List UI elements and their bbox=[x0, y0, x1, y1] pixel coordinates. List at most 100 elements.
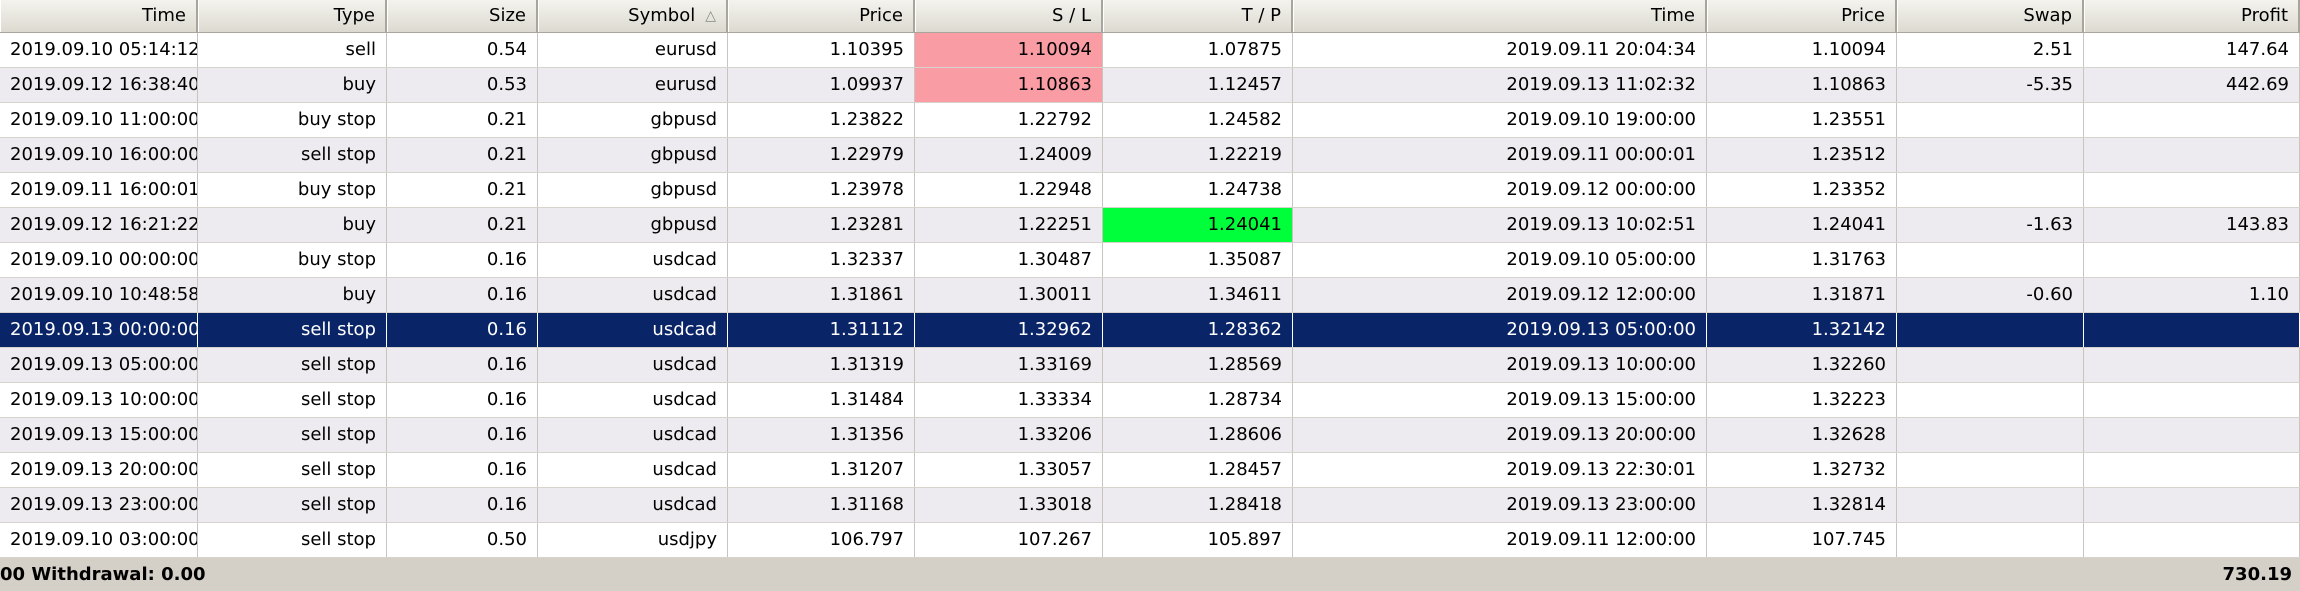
col-header-close-time[interactable]: Time bbox=[1293, 0, 1707, 32]
cell-open-time: 2019.09.10 03:00:00 bbox=[0, 523, 198, 557]
table-row[interactable]: 2019.09.13 15:00:00 sell stop 0.16 usdcad 1.… bbox=[0, 418, 2300, 453]
cell-size: 0.50 bbox=[387, 523, 538, 557]
cell-symbol: usdcad bbox=[538, 418, 728, 452]
cell-profit bbox=[2084, 103, 2300, 137]
col-header-sl[interactable]: S / L bbox=[915, 0, 1103, 32]
cell-sl: 1.32962 bbox=[915, 313, 1103, 347]
table-row[interactable]: 2019.09.10 10:48:58 buy 0.16 usdcad 1.31861 1… bbox=[0, 278, 2300, 313]
cell-open-time: 2019.09.13 15:00:00 bbox=[0, 418, 198, 452]
cell-profit: 143.83 bbox=[2084, 208, 2300, 242]
cell-close-price: 1.32223 bbox=[1707, 383, 1897, 417]
cell-type: sell stop bbox=[198, 523, 387, 557]
cell-tp: 1.28418 bbox=[1103, 488, 1293, 522]
cell-type: buy bbox=[198, 68, 387, 102]
cell-profit bbox=[2084, 348, 2300, 382]
table-row[interactable]: 2019.09.13 00:00:00 sell stop 0.16 usdcad 1.… bbox=[0, 313, 2300, 348]
cell-type: sell stop bbox=[198, 453, 387, 487]
cell-type: sell stop bbox=[198, 313, 387, 347]
cell-profit bbox=[2084, 383, 2300, 417]
cell-open-time: 2019.09.13 20:00:00 bbox=[0, 453, 198, 487]
cell-tp: 105.897 bbox=[1103, 523, 1293, 557]
history-grid: Time Type Size Symbol △ Price S / L T / … bbox=[0, 0, 2300, 591]
cell-close-price: 1.32628 bbox=[1707, 418, 1897, 452]
summary-total-profit: 730.19 bbox=[2222, 564, 2292, 585]
cell-swap bbox=[1897, 138, 2084, 172]
col-header-price[interactable]: Price bbox=[728, 0, 915, 32]
cell-close-time: 2019.09.13 15:00:00 bbox=[1293, 383, 1707, 417]
cell-price: 1.31861 bbox=[728, 278, 915, 312]
table-row[interactable]: 2019.09.10 00:00:00 buy stop 0.16 usdcad 1.3… bbox=[0, 243, 2300, 278]
cell-symbol: gbpusd bbox=[538, 208, 728, 242]
cell-profit: 147.64 bbox=[2084, 33, 2300, 67]
cell-sl: 1.10863 bbox=[915, 68, 1103, 102]
table-row[interactable]: 2019.09.13 05:00:00 sell stop 0.16 usdcad 1.… bbox=[0, 348, 2300, 383]
summary-withdrawal: 00 Withdrawal: 0.00 bbox=[0, 564, 206, 585]
cell-swap bbox=[1897, 243, 2084, 277]
cell-tp: 1.12457 bbox=[1103, 68, 1293, 102]
table-row[interactable]: 2019.09.12 16:21:22 buy 0.21 gbpusd 1.23281 1… bbox=[0, 208, 2300, 243]
cell-close-time: 2019.09.11 12:00:00 bbox=[1293, 523, 1707, 557]
cell-close-time: 2019.09.11 20:04:34 bbox=[1293, 33, 1707, 67]
cell-swap bbox=[1897, 313, 2084, 347]
cell-type: buy bbox=[198, 278, 387, 312]
table-row[interactable]: 2019.09.13 10:00:00 sell stop 0.16 usdcad 1.… bbox=[0, 383, 2300, 418]
cell-close-time: 2019.09.13 23:00:00 bbox=[1293, 488, 1707, 522]
cell-open-time: 2019.09.13 00:00:00 bbox=[0, 313, 198, 347]
cell-sl: 1.22948 bbox=[915, 173, 1103, 207]
table-row[interactable]: 2019.09.11 16:00:01 buy stop 0.21 gbpusd 1.2… bbox=[0, 173, 2300, 208]
table-row[interactable]: 2019.09.10 05:14:12 sell 0.54 eurusd 1.10395… bbox=[0, 33, 2300, 68]
cell-close-time: 2019.09.12 12:00:00 bbox=[1293, 278, 1707, 312]
cell-size: 0.16 bbox=[387, 348, 538, 382]
column-header-row: Time Type Size Symbol △ Price S / L T / … bbox=[0, 0, 2300, 33]
cell-size: 0.16 bbox=[387, 453, 538, 487]
cell-open-time: 2019.09.13 23:00:00 bbox=[0, 488, 198, 522]
cell-symbol: usdcad bbox=[538, 348, 728, 382]
col-header-tp[interactable]: T / P bbox=[1103, 0, 1293, 32]
cell-price: 1.10395 bbox=[728, 33, 915, 67]
cell-close-time: 2019.09.13 20:00:00 bbox=[1293, 418, 1707, 452]
col-header-symbol[interactable]: Symbol △ bbox=[538, 0, 728, 32]
cell-price: 1.31207 bbox=[728, 453, 915, 487]
table-row[interactable]: 2019.09.13 23:00:00 sell stop 0.16 usdcad 1.… bbox=[0, 488, 2300, 523]
cell-type: buy stop bbox=[198, 173, 387, 207]
cell-close-price: 1.32260 bbox=[1707, 348, 1897, 382]
cell-type: sell stop bbox=[198, 348, 387, 382]
cell-type: sell stop bbox=[198, 488, 387, 522]
cell-swap: 2.51 bbox=[1897, 33, 2084, 67]
cell-profit bbox=[2084, 488, 2300, 522]
cell-size: 0.21 bbox=[387, 138, 538, 172]
cell-price: 1.22979 bbox=[728, 138, 915, 172]
cell-tp: 1.28457 bbox=[1103, 453, 1293, 487]
col-header-profit[interactable]: Profit bbox=[2084, 0, 2300, 32]
cell-tp: 1.24041 bbox=[1103, 208, 1293, 242]
cell-type: sell stop bbox=[198, 138, 387, 172]
col-header-swap[interactable]: Swap bbox=[1897, 0, 2084, 32]
cell-swap: -5.35 bbox=[1897, 68, 2084, 102]
table-row[interactable]: 2019.09.12 16:38:40 buy 0.53 eurusd 1.09937 1… bbox=[0, 68, 2300, 103]
cell-size: 0.21 bbox=[387, 173, 538, 207]
col-header-close-price[interactable]: Price bbox=[1707, 0, 1897, 32]
cell-close-time: 2019.09.13 10:02:51 bbox=[1293, 208, 1707, 242]
cell-type: sell stop bbox=[198, 383, 387, 417]
cell-symbol: gbpusd bbox=[538, 138, 728, 172]
col-header-open-time[interactable]: Time bbox=[0, 0, 198, 32]
table-row[interactable]: 2019.09.13 20:00:00 sell stop 0.16 usdcad 1.… bbox=[0, 453, 2300, 488]
cell-swap: -0.60 bbox=[1897, 278, 2084, 312]
cell-swap: -1.63 bbox=[1897, 208, 2084, 242]
cell-profit bbox=[2084, 173, 2300, 207]
col-header-size[interactable]: Size bbox=[387, 0, 538, 32]
col-header-type[interactable]: Type bbox=[198, 0, 387, 32]
table-row[interactable]: 2019.09.10 11:00:00 buy stop 0.21 gbpusd 1.2… bbox=[0, 103, 2300, 138]
cell-swap bbox=[1897, 418, 2084, 452]
table-row[interactable]: 2019.09.10 03:00:00 sell stop 0.50 usdjpy 10… bbox=[0, 523, 2300, 558]
cell-close-price: 1.10094 bbox=[1707, 33, 1897, 67]
cell-swap bbox=[1897, 453, 2084, 487]
cell-profit bbox=[2084, 243, 2300, 277]
cell-sl: 1.24009 bbox=[915, 138, 1103, 172]
cell-swap bbox=[1897, 173, 2084, 207]
cell-swap bbox=[1897, 103, 2084, 137]
cell-swap bbox=[1897, 348, 2084, 382]
table-row[interactable]: 2019.09.10 16:00:00 sell stop 0.21 gbpusd 1.… bbox=[0, 138, 2300, 173]
cell-open-time: 2019.09.12 16:38:40 bbox=[0, 68, 198, 102]
cell-tp: 1.24582 bbox=[1103, 103, 1293, 137]
